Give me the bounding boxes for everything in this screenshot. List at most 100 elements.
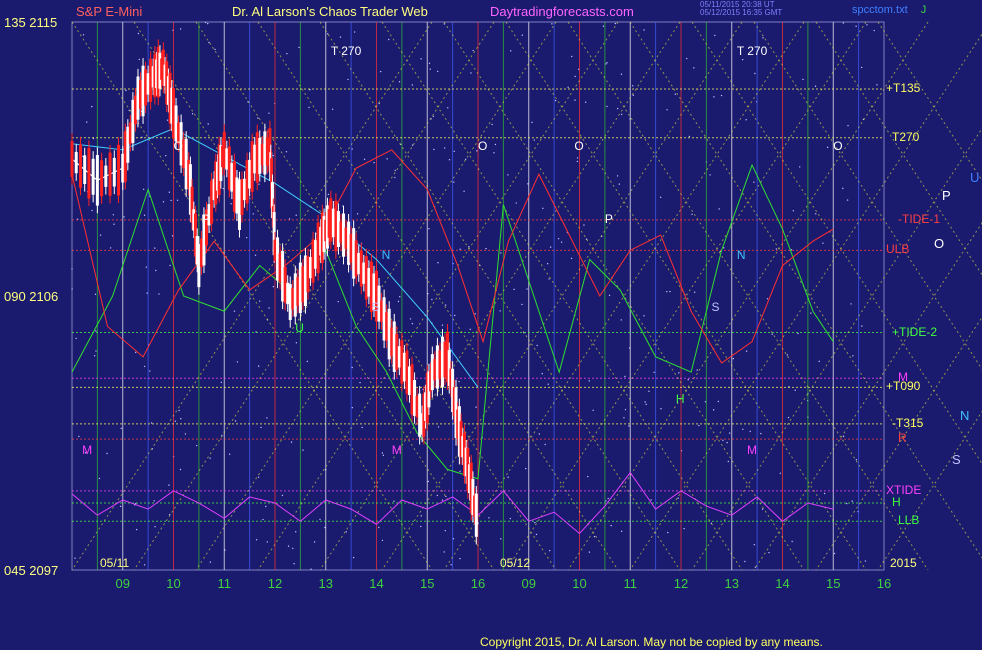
noise-dot — [469, 328, 471, 331]
noise-dot — [444, 304, 447, 306]
level-label: +T090 — [886, 379, 921, 394]
noise-dot — [394, 169, 396, 172]
file-suffix: J — [920, 4, 927, 16]
noise-dot — [727, 460, 730, 463]
noise-dot — [154, 526, 156, 528]
year-label: 2015 — [890, 556, 917, 570]
noise-dot — [852, 355, 854, 357]
x-tick-label: 13 — [724, 576, 739, 591]
noise-dot — [142, 188, 145, 190]
noise-dot — [823, 492, 826, 495]
noise-dot — [660, 408, 662, 410]
noise-dot — [754, 72, 756, 75]
noise-dot — [592, 409, 594, 412]
noise-dot — [143, 564, 146, 566]
noise-dot — [429, 68, 431, 70]
x-tick-label: 10 — [572, 576, 587, 591]
noise-dot — [623, 417, 625, 419]
noise-dot — [792, 210, 795, 212]
noise-dot — [728, 432, 731, 434]
noise-dot — [431, 298, 433, 301]
noise-dot — [382, 454, 385, 457]
noise-dot — [768, 551, 770, 554]
noise-dot — [491, 123, 493, 126]
noise-dot — [602, 25, 605, 27]
site-link[interactable]: Daytradingforecasts.com — [490, 4, 634, 19]
chart-marker: N — [381, 248, 391, 263]
noise-dot — [443, 551, 445, 553]
noise-dot — [437, 262, 439, 264]
noise-dot — [667, 531, 669, 534]
noise-dot — [281, 494, 284, 497]
noise-dot — [109, 247, 112, 249]
noise-dot — [644, 401, 646, 403]
noise-dot — [593, 535, 596, 538]
noise-dot — [257, 476, 260, 478]
noise-dot — [411, 144, 414, 146]
gann-line — [691, 127, 982, 571]
candle-body — [91, 158, 95, 195]
noise-dot — [826, 146, 829, 149]
chart-marker: H — [675, 391, 685, 406]
noise-dot — [145, 266, 148, 268]
noise-dot — [620, 530, 623, 532]
chart-marker: P — [201, 211, 210, 226]
noise-dot — [541, 372, 543, 375]
noise-dot — [683, 527, 685, 530]
noise-dot — [420, 58, 422, 60]
noise-dot — [632, 94, 635, 96]
x-tick-label: 13 — [318, 576, 333, 591]
candle-body — [87, 147, 91, 199]
candle-body — [100, 160, 104, 197]
noise-dot — [712, 409, 715, 411]
side-letter: N — [960, 408, 970, 423]
noise-dot — [669, 290, 671, 293]
chart-marker: N — [736, 248, 746, 263]
noise-dot — [643, 315, 645, 317]
noise-dot — [493, 152, 495, 154]
noise-dot — [298, 46, 300, 49]
noise-dot — [420, 525, 422, 528]
noise-dot — [510, 50, 512, 52]
noise-dot — [620, 319, 622, 321]
noise-dot — [257, 117, 259, 119]
noise-dot — [444, 529, 446, 532]
noise-dot — [698, 424, 700, 427]
noise-dot — [441, 499, 444, 501]
noise-dot — [842, 435, 845, 438]
noise-dot — [542, 207, 544, 210]
chart-marker: T 270 — [736, 44, 768, 59]
noise-dot — [717, 400, 720, 403]
noise-dot — [428, 62, 431, 65]
timestamps: 05/11/2015 20:38 UT 05/12/2015 16:35 GMT — [700, 1, 782, 17]
noise-dot — [437, 426, 440, 428]
noise-dot — [345, 531, 347, 533]
noise-dot — [576, 157, 579, 159]
noise-dot — [138, 58, 140, 61]
noise-dot — [459, 557, 461, 560]
noise-dot — [472, 49, 474, 52]
noise-dot — [620, 113, 623, 116]
noise-dot — [720, 94, 723, 97]
noise-dot — [351, 366, 353, 369]
level-label: T270 — [892, 129, 920, 144]
noise-dot — [191, 113, 194, 115]
noise-dot — [822, 242, 824, 244]
noise-dot — [753, 181, 755, 183]
noise-dot — [292, 547, 294, 550]
noise-dot — [254, 254, 257, 256]
noise-dot — [258, 183, 260, 185]
noise-dot — [547, 383, 549, 385]
noise-dot — [744, 560, 746, 563]
noise-dot — [554, 99, 557, 102]
noise-dot — [500, 538, 502, 540]
noise-dot — [308, 106, 310, 109]
noise-dot — [381, 452, 384, 454]
chart-marker: O — [478, 138, 488, 153]
chart-marker: M — [391, 443, 402, 458]
chart-plot — [70, 21, 982, 571]
noise-dot — [616, 107, 619, 110]
noise-dot — [230, 203, 232, 205]
noise-dot — [762, 37, 764, 39]
noise-dot — [741, 58, 744, 61]
